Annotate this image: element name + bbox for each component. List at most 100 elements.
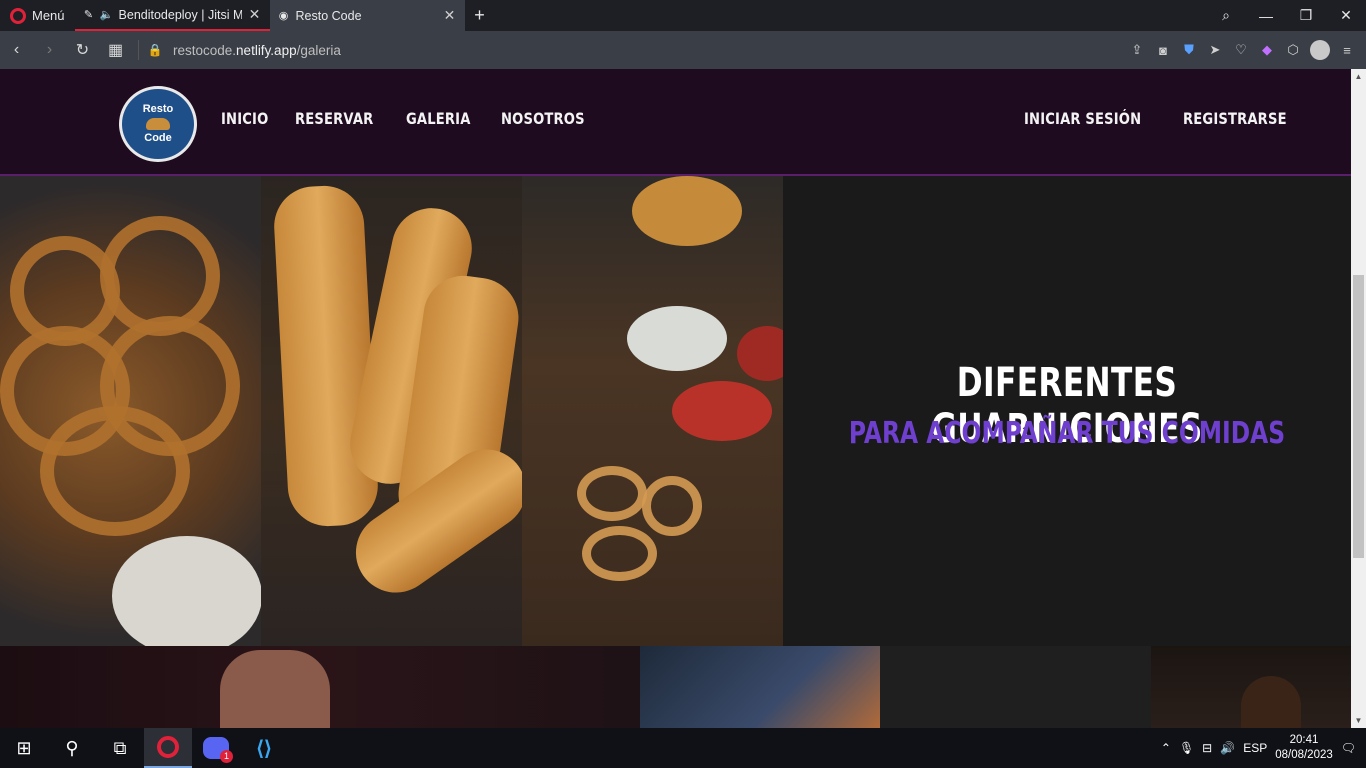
clock-time: 20:41: [1289, 734, 1319, 746]
taskbar-discord[interactable]: 1: [192, 728, 240, 768]
mozzarella-sticks-photo[interactable]: [261, 176, 522, 646]
mozzarella-stick: [272, 183, 380, 529]
opera-menu-button[interactable]: Menú: [0, 0, 75, 31]
back-button[interactable]: ‹: [0, 41, 33, 59]
discord-icon: 1: [203, 737, 233, 763]
nav-reservar[interactable]: RESERVAR: [295, 109, 373, 128]
dark-photo[interactable]: [880, 646, 1151, 728]
nav-inicio[interactable]: INICIO: [221, 109, 268, 128]
person-shape: [1241, 676, 1301, 728]
send-icon[interactable]: ➤: [1202, 42, 1228, 58]
network-icon[interactable]: ⊟: [1202, 741, 1212, 755]
logo-text-bottom: Code: [144, 132, 172, 144]
bar-night-photo[interactable]: [640, 646, 880, 728]
taskbar-opera[interactable]: [144, 728, 192, 768]
lock-icon[interactable]: 🔒: [145, 43, 165, 57]
login-link[interactable]: INICIAR SESIÓN: [1024, 109, 1141, 128]
cube-icon[interactable]: ⬡: [1280, 42, 1306, 58]
burger-icon: [146, 118, 170, 130]
close-window-button[interactable]: ✕: [1326, 7, 1366, 24]
task-view-icon[interactable]: ⧉: [96, 728, 144, 768]
reload-button[interactable]: ↻: [66, 40, 99, 60]
drink-photo[interactable]: [1151, 646, 1351, 728]
new-tab-button[interactable]: +: [465, 5, 495, 26]
search-tabs-icon[interactable]: ⌕: [1206, 7, 1246, 24]
site-favicon-icon: ◉: [278, 10, 289, 22]
clock[interactable]: 20:41 08/08/2023: [1275, 733, 1333, 763]
gallery-caption-panel: DIFERENTES GUARNICIONES PARA ACOMPAÑAR T…: [783, 176, 1351, 646]
gallery-row: DIFERENTES GUARNICIONES PARA ACOMPAÑAR T…: [0, 176, 1351, 646]
url-field[interactable]: restocode.netlify.app/galeria: [173, 43, 341, 58]
vscode-icon: ⟨⟩: [256, 737, 272, 760]
logo-text-top: Resto: [142, 103, 174, 115]
tab-title: Resto Code: [295, 8, 362, 23]
speaker-icon[interactable]: 🔈: [100, 9, 114, 21]
forward-button[interactable]: ›: [33, 41, 66, 59]
auth-nav: INICIAR SESIÓN REGISTRARSE: [1024, 109, 1309, 128]
notifications-icon[interactable]: 🗨: [1341, 741, 1356, 755]
page-scrollbar[interactable]: ▲ ▼: [1351, 69, 1366, 728]
nav-nosotros[interactable]: NOSOTROS: [501, 109, 585, 128]
tabs-grid-icon[interactable]: ▦: [99, 40, 132, 60]
nav-galeria[interactable]: GALERIA: [406, 109, 471, 128]
microphone-icon[interactable]: 🎙: [1179, 741, 1194, 755]
url-path: /galeria: [296, 42, 341, 58]
dip-bowl: [112, 536, 261, 646]
tab-title: Benditodeploy | Jitsi Me: [118, 7, 242, 22]
language-indicator[interactable]: ESP: [1243, 741, 1267, 755]
clock-date: 08/08/2023: [1275, 749, 1333, 761]
caption-subtitle: PARA ACOMPAÑAR TUS COMIDAS: [848, 416, 1286, 451]
scroll-up-icon[interactable]: ▲: [1351, 69, 1366, 84]
vpn-shield-icon[interactable]: ⛊: [1176, 42, 1202, 58]
opera-logo-icon: [10, 7, 26, 24]
url-domain: netlify.app: [236, 42, 297, 58]
windows-taskbar: ⊞ ⚲ ⧉ 1 ⟨⟩ ⌃ 🎙 ⊟ 🔊 ESP 20:41 08/08/2023 …: [0, 728, 1366, 768]
divider: [138, 40, 139, 60]
windows-start-button[interactable]: ⊞: [0, 728, 48, 768]
opera-menu-label: Menú: [32, 8, 65, 23]
main-nav: INICIO RESERVAR GALERIA NOSOTROS: [221, 109, 603, 128]
fries-basket: [632, 176, 742, 246]
onion-ring: [582, 526, 657, 581]
close-tab-icon[interactable]: ✕: [248, 6, 262, 23]
resto-code-logo[interactable]: Resto Code: [119, 86, 197, 162]
aria-icon[interactable]: ◆: [1254, 42, 1280, 58]
url-prefix: restocode.: [173, 42, 237, 58]
tab-jitsi[interactable]: ✎ 🔈 Benditodeploy | Jitsi Me ✕: [74, 0, 270, 31]
profile-avatar[interactable]: [1310, 40, 1330, 60]
onion-ring: [642, 476, 702, 536]
taskbar-vscode[interactable]: ⟨⟩: [240, 728, 288, 768]
dip-bowl: [737, 326, 783, 381]
share-icon[interactable]: ⇪: [1124, 42, 1150, 58]
camera-icon[interactable]: ◙: [1150, 43, 1176, 58]
onion-ring: [40, 406, 190, 536]
feather-icon: ✎: [83, 9, 94, 21]
onion-ring: [577, 466, 647, 521]
search-icon[interactable]: ⚲: [48, 728, 96, 768]
browser-tab-strip: Menú ✎ 🔈 Benditodeploy | Jitsi Me ✕ ◉ Re…: [0, 0, 1366, 31]
scroll-thumb[interactable]: [1353, 275, 1364, 558]
restore-button[interactable]: ❐: [1286, 7, 1326, 24]
opera-icon: [157, 736, 179, 758]
hand-food-photo[interactable]: [0, 646, 640, 728]
close-tab-icon[interactable]: ✕: [443, 7, 457, 24]
minimize-button[interactable]: —: [1246, 8, 1286, 24]
tab-resto-code[interactable]: ◉ Resto Code ✕: [269, 0, 465, 31]
dip-bowl: [627, 306, 727, 371]
onion-rings-photo[interactable]: [0, 176, 261, 646]
dip-bowl: [672, 381, 772, 441]
address-bar: ‹ › ↻ ▦ 🔒 restocode.netlify.app/galeria …: [0, 31, 1366, 69]
hand-shape: [220, 650, 330, 728]
register-link[interactable]: REGISTRARSE: [1183, 109, 1287, 128]
appetizer-platter-photo[interactable]: [522, 176, 783, 646]
easy-setup-icon[interactable]: ≡: [1334, 43, 1360, 58]
address-bar-actions: ⇪ ◙ ⛊ ➤ ♡ ◆ ⬡ ≡: [1124, 40, 1366, 60]
gallery-row-secondary: [0, 646, 1351, 728]
chevron-up-icon[interactable]: ⌃: [1161, 741, 1171, 755]
scroll-down-icon[interactable]: ▼: [1351, 713, 1366, 728]
window-controls: ⌕ — ❐ ✕: [1206, 0, 1366, 31]
notification-badge: 1: [220, 750, 233, 763]
heart-icon[interactable]: ♡: [1228, 42, 1254, 58]
site-navbar: Resto Code INICIO RESERVAR GALERIA NOSOT…: [0, 69, 1351, 176]
volume-icon[interactable]: 🔊: [1220, 741, 1235, 755]
